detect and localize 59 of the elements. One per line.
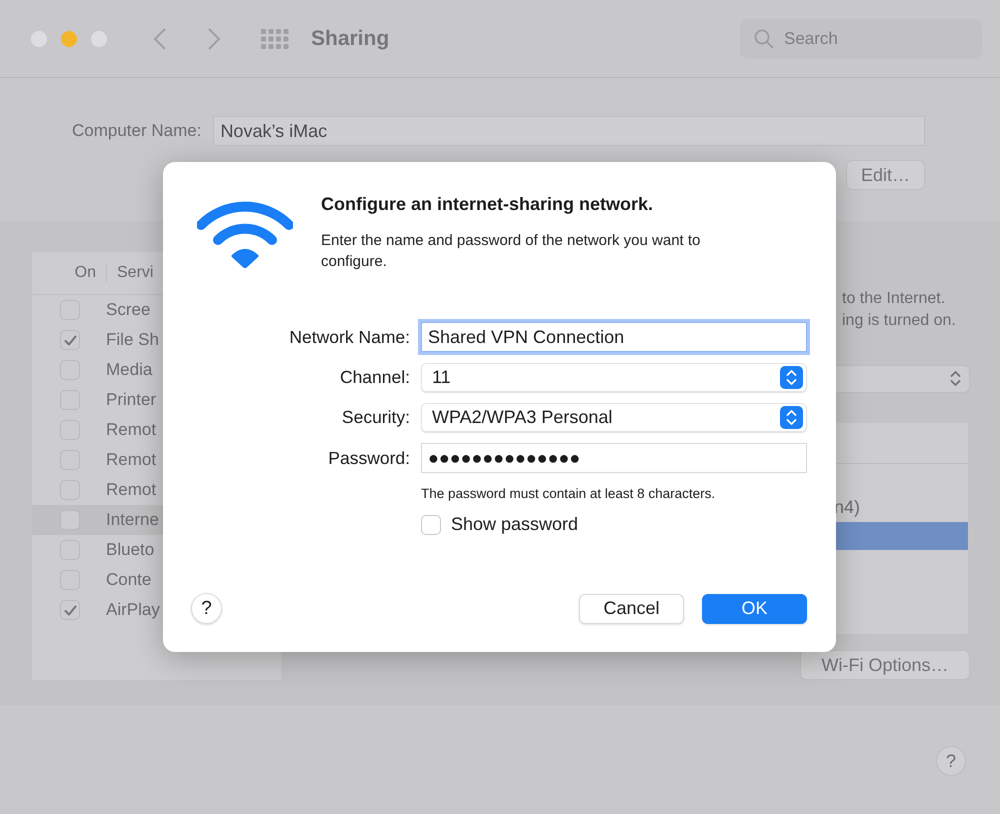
checkmark-icon bbox=[64, 604, 76, 616]
service-checkbox[interactable] bbox=[60, 600, 80, 620]
service-row[interactable]: Media bbox=[32, 355, 281, 385]
edit-button[interactable]: Edit… bbox=[846, 160, 925, 190]
dialog-message: Enter the name and password of the network you want to configure. bbox=[321, 231, 702, 272]
grid-icon[interactable] bbox=[261, 28, 289, 48]
service-row[interactable]: Remot bbox=[32, 415, 281, 445]
popup-field[interactable]: 11 bbox=[421, 363, 807, 392]
help-button[interactable]: ? bbox=[191, 593, 222, 624]
service-name: Media bbox=[106, 360, 152, 380]
service-row[interactable]: File Sh bbox=[32, 325, 281, 355]
show-password-label[interactable]: Show password bbox=[451, 514, 578, 535]
show-password-checkbox[interactable] bbox=[421, 514, 441, 534]
chevron-updown-icon bbox=[786, 409, 797, 426]
field-label: Security: bbox=[340, 407, 410, 428]
help-button[interactable]: ? bbox=[936, 746, 966, 776]
computer-name-label: Computer Name: bbox=[72, 121, 202, 141]
wifi-options-button[interactable]: Wi-Fi Options… bbox=[800, 650, 970, 680]
service-name: Remot bbox=[106, 480, 156, 500]
service-name: Printer bbox=[106, 390, 156, 410]
column-header[interactable]: Servi bbox=[117, 264, 154, 282]
password-field[interactable]: ●●●●●●●●●●●●●● bbox=[421, 443, 807, 473]
popup-field[interactable]: WPA2/WPA3 Personal bbox=[421, 403, 807, 432]
chevron-updown-icon bbox=[786, 369, 797, 386]
search-field[interactable]: Search bbox=[740, 18, 982, 58]
field-label: Channel: bbox=[338, 367, 410, 388]
description-text: to the Internet. ing is turned on. bbox=[842, 289, 957, 331]
service-name: Conte bbox=[106, 570, 152, 590]
service-row[interactable]: Blueto bbox=[32, 535, 281, 565]
checkmark-icon bbox=[64, 334, 76, 346]
service-name: AirPlay bbox=[106, 600, 160, 620]
column-header[interactable]: On bbox=[32, 264, 107, 282]
minimize-window-button[interactable] bbox=[61, 30, 77, 46]
forward-icon[interactable] bbox=[207, 26, 221, 50]
service-row[interactable]: Printer bbox=[32, 385, 281, 415]
field-label: Network Name: bbox=[288, 326, 410, 348]
ok-button[interactable]: OK bbox=[702, 594, 807, 624]
service-checkbox[interactable] bbox=[60, 330, 80, 350]
service-name: Remot bbox=[106, 450, 156, 470]
dialog-title: Configure an internet-sharing network. bbox=[321, 194, 654, 215]
field-label: Password: bbox=[327, 448, 410, 468]
service-row[interactable]: Scree bbox=[32, 295, 281, 325]
search-icon bbox=[754, 28, 774, 48]
computer-name-field[interactable]: Novak’s iMac bbox=[213, 116, 925, 146]
service-row[interactable]: Conte bbox=[32, 565, 281, 595]
input-field[interactable]: Shared VPN Connection bbox=[421, 322, 807, 352]
back-icon[interactable] bbox=[153, 26, 167, 50]
wifi-icon bbox=[197, 200, 293, 268]
window-title: Sharing bbox=[311, 26, 390, 50]
service-row[interactable]: Remot bbox=[32, 445, 281, 475]
service-name: Blueto bbox=[106, 540, 154, 560]
service-name: Interne bbox=[106, 510, 159, 530]
service-name: Scree bbox=[106, 300, 150, 320]
cancel-button[interactable]: Cancel bbox=[579, 594, 684, 624]
password-hint: The password must contain at least 8 characters. bbox=[421, 486, 716, 501]
service-name: File Sh bbox=[106, 330, 159, 350]
service-row[interactable]: Remot bbox=[32, 475, 281, 505]
service-name: Remot bbox=[106, 420, 156, 440]
chevron-updown-icon bbox=[950, 370, 961, 388]
